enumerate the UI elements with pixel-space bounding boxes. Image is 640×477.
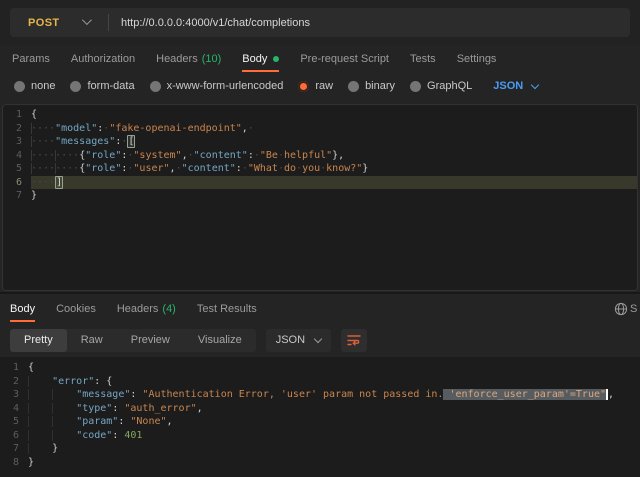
method-dropdown[interactable]: POST bbox=[10, 8, 108, 37]
code-line[interactable]: 4········{"role":·"system",·"content":·"… bbox=[3, 149, 637, 163]
selected-text: 'enforce_user_param'=True" bbox=[443, 389, 606, 400]
response-tab-body[interactable]: Body bbox=[10, 295, 35, 322]
clipped-status-text: S bbox=[630, 303, 637, 315]
request-tabs: Params Authorization Headers(10) Body Pr… bbox=[0, 45, 640, 72]
radio-none[interactable]: none bbox=[14, 80, 55, 92]
chevron-down-icon bbox=[82, 15, 92, 25]
response-tab-test-results[interactable]: Test Results bbox=[197, 295, 257, 322]
response-body-editor[interactable]: 1{2 "error": {3 "message": "Authenticati… bbox=[0, 357, 640, 477]
radio-graphql[interactable]: GraphQL bbox=[410, 80, 472, 92]
line-number: 1 bbox=[0, 361, 28, 375]
globe-icon[interactable] bbox=[614, 302, 628, 316]
response-toolbar: Pretty Raw Preview Visualize JSON bbox=[0, 324, 640, 356]
radio-icon bbox=[150, 81, 161, 92]
code-line[interactable]: 2····"model":·"fake-openai-endpoint",· bbox=[3, 122, 637, 136]
code-line[interactable]: 7} bbox=[3, 189, 637, 203]
code-line[interactable]: 1{ bbox=[0, 361, 640, 375]
line-number: 5 bbox=[0, 415, 28, 429]
radio-form-data[interactable]: form-data bbox=[70, 80, 134, 92]
response-tabs: Body Cookies Headers(4) Test Results bbox=[0, 294, 640, 323]
code-line[interactable]: 6····] bbox=[3, 176, 637, 190]
line-number: 8 bbox=[0, 456, 28, 470]
response-headers-count: (4) bbox=[162, 303, 175, 315]
tab-authorization[interactable]: Authorization bbox=[71, 45, 135, 72]
radio-icon bbox=[410, 81, 421, 92]
radio-raw[interactable]: raw bbox=[298, 80, 333, 92]
wrap-text-button[interactable] bbox=[341, 329, 367, 352]
body-type-selector: none form-data x-www-form-urlencoded raw… bbox=[0, 72, 640, 100]
headers-count: (10) bbox=[202, 53, 222, 65]
response-format-dropdown[interactable]: JSON bbox=[266, 329, 331, 352]
tab-pre-request-script[interactable]: Pre-request Script bbox=[300, 45, 389, 72]
chevron-down-icon bbox=[531, 80, 539, 88]
code-line[interactable]: 1{ bbox=[3, 108, 637, 122]
body-modified-dot bbox=[273, 56, 279, 62]
radio-icon bbox=[70, 81, 81, 92]
code-line[interactable]: 2 "error": { bbox=[0, 375, 640, 389]
code-line[interactable]: 6 "code": 401 bbox=[0, 429, 640, 443]
url-input[interactable]: http://0.0.0.0:4000/v1/chat/completions bbox=[109, 17, 310, 29]
code-line[interactable]: 7 } bbox=[0, 442, 640, 456]
code-line[interactable]: 5········{"role":·"user",·"content":·"Wh… bbox=[3, 162, 637, 176]
line-number: 2 bbox=[0, 375, 28, 389]
line-number: 2 bbox=[3, 122, 31, 136]
wrap-text-icon bbox=[347, 334, 361, 346]
radio-x-www-form-urlencoded[interactable]: x-www-form-urlencoded bbox=[150, 80, 284, 92]
request-url-bar: POST http://0.0.0.0:4000/v1/chat/complet… bbox=[0, 0, 640, 45]
line-number: 4 bbox=[3, 149, 31, 163]
view-raw[interactable]: Raw bbox=[67, 329, 117, 352]
tab-body[interactable]: Body bbox=[242, 45, 279, 72]
tab-settings[interactable]: Settings bbox=[457, 45, 497, 72]
line-number: 7 bbox=[0, 442, 28, 456]
active-tab-underline bbox=[10, 320, 35, 322]
method-label: POST bbox=[28, 17, 60, 29]
line-number: 4 bbox=[0, 402, 28, 416]
response-tab-cookies[interactable]: Cookies bbox=[56, 295, 96, 322]
code-line[interactable]: 3 "message": "Authentication Error, 'use… bbox=[0, 388, 640, 402]
code-line[interactable]: 8} bbox=[0, 456, 640, 470]
line-number: 6 bbox=[3, 176, 31, 190]
line-number: 1 bbox=[3, 108, 31, 122]
tab-headers[interactable]: Headers(10) bbox=[156, 45, 221, 72]
radio-selected-icon bbox=[298, 81, 309, 92]
line-number: 3 bbox=[3, 135, 31, 149]
radio-icon bbox=[14, 81, 25, 92]
response-tab-headers[interactable]: Headers(4) bbox=[117, 295, 176, 322]
line-number: 6 bbox=[0, 429, 28, 443]
radio-icon bbox=[348, 81, 359, 92]
code-line[interactable]: 4 "type": "auth_error", bbox=[0, 402, 640, 416]
tab-tests[interactable]: Tests bbox=[410, 45, 436, 72]
line-number: 5 bbox=[3, 162, 31, 176]
response-meta-clipped: S bbox=[614, 294, 640, 323]
view-visualize[interactable]: Visualize bbox=[184, 329, 256, 352]
response-view-switcher: Pretty Raw Preview Visualize bbox=[10, 329, 256, 352]
view-preview[interactable]: Preview bbox=[117, 329, 184, 352]
radio-binary[interactable]: binary bbox=[348, 80, 395, 92]
url-field[interactable]: POST http://0.0.0.0:4000/v1/chat/complet… bbox=[10, 8, 630, 37]
request-format-dropdown[interactable]: JSON bbox=[493, 80, 538, 92]
request-body-editor[interactable]: 1{2····"model":·"fake-openai-endpoint",·… bbox=[2, 104, 638, 291]
code-line[interactable]: 3····"messages":·[ bbox=[3, 135, 637, 149]
line-number: 7 bbox=[3, 189, 31, 203]
view-pretty[interactable]: Pretty bbox=[10, 329, 67, 352]
tab-params[interactable]: Params bbox=[12, 45, 50, 72]
code-line[interactable]: 5 "param": "None", bbox=[0, 415, 640, 429]
chevron-down-icon bbox=[314, 334, 322, 342]
line-number: 3 bbox=[0, 388, 28, 402]
